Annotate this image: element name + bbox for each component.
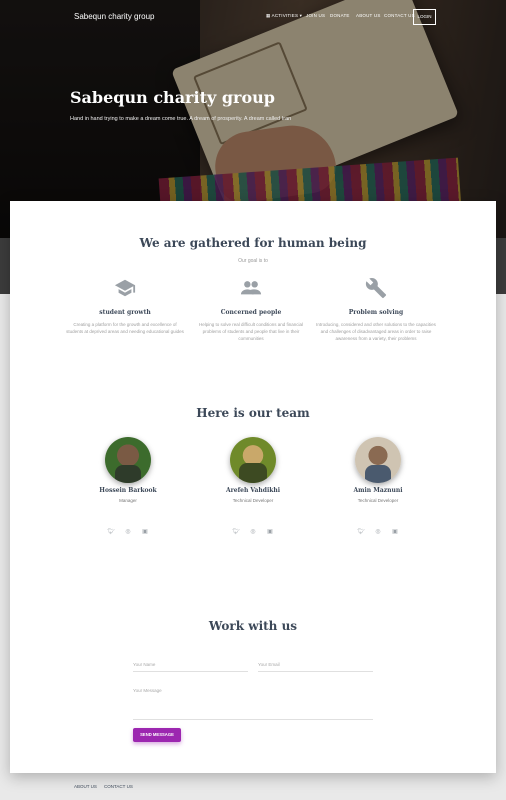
nav-activities-label: ACTIVITIES <box>271 13 299 18</box>
nav-join-us[interactable]: JOIN US <box>306 13 325 18</box>
nav-contact-us[interactable]: CONTACT US <box>384 13 415 18</box>
feature-desc: Helping to solve real difficult conditio… <box>199 322 303 341</box>
feature-problem-solving: Problem solving Introducing, considered … <box>316 277 436 342</box>
twitter-icon[interactable]: 🐦︎ <box>108 529 116 536</box>
top-navbar: Sabequn charity group ▦ ACTIVITIES ▾ JOI… <box>0 0 506 34</box>
avatar <box>230 437 276 483</box>
member-socials: 🐦︎ ◎ ▣ <box>318 529 438 536</box>
avatar <box>355 437 401 483</box>
instagram-icon[interactable]: ◎ <box>375 529 382 536</box>
feature-concerned-people: Concerned people Helping to solve real d… <box>191 277 311 342</box>
member-socials: 🐦︎ ◎ ▣ <box>68 529 188 536</box>
feature-title: Problem solving <box>348 309 404 316</box>
feature-desc: Introducing, considered and other soluti… <box>316 322 436 341</box>
contact-title: Work with us <box>208 619 298 633</box>
team-member-card: Arefeh Vahdikhi Technical Developer 🐦︎ ◎… <box>193 437 313 536</box>
about-title: We are gathered for human being <box>139 236 367 250</box>
nav-donate[interactable]: DONATE <box>330 13 350 18</box>
name-input[interactable]: Your Name <box>133 662 248 672</box>
member-socials: 🐦︎ ◎ ▣ <box>193 529 313 536</box>
hero-title: Sabequn charity group <box>70 88 275 107</box>
nav-about-us[interactable]: ABOUT US <box>356 13 381 18</box>
people-icon <box>240 281 262 295</box>
team-member-card: Amin Maznuni Technical Developer 🐦︎ ◎ ▣ <box>318 437 438 536</box>
member-name: Amin Maznuni <box>353 487 403 494</box>
team-title: Here is our team <box>196 406 310 420</box>
feature-desc: Creating a platform for the growth and e… <box>66 322 184 334</box>
member-name: Arefeh Vahdikhi <box>225 487 281 494</box>
wrench-icon <box>365 278 387 299</box>
team-member-card: Hossein Barkook Manager 🐦︎ ◎ ▣ <box>68 437 188 536</box>
instagram-icon[interactable]: ◎ <box>250 529 257 536</box>
brand-link[interactable]: Sabequn charity group <box>74 12 155 21</box>
member-role: Technical Developer <box>232 498 274 503</box>
twitter-icon[interactable]: 🐦︎ <box>358 529 366 536</box>
feature-title: Concerned people <box>220 309 282 316</box>
member-role: Technical Developer <box>357 498 399 503</box>
chevron-down-icon: ▾ <box>298 13 303 18</box>
feature-student-growth: student growth Creating a platform for t… <box>65 277 185 335</box>
linkedin-icon[interactable]: ▣ <box>267 529 274 536</box>
about-subtitle: Our goal is to <box>238 258 268 264</box>
facebook-icon[interactable]: ▣ <box>142 529 149 536</box>
send-message-button[interactable]: SEND MESSAGE <box>133 728 181 742</box>
feature-title: student growth <box>99 309 151 316</box>
main-content-card: We are gathered for human being Our goal… <box>10 201 496 773</box>
message-textarea[interactable]: Your Message <box>133 688 373 720</box>
member-role: Manager <box>119 498 137 503</box>
footer-about-us[interactable]: ABOUT US <box>74 784 97 789</box>
avatar <box>105 437 151 483</box>
facebook-icon[interactable]: ▣ <box>392 529 399 536</box>
nav-activities[interactable]: ▦ ACTIVITIES ▾ <box>266 13 302 19</box>
email-input[interactable]: Your Email <box>258 662 373 672</box>
graduation-cap-icon <box>114 279 136 297</box>
twitter-icon[interactable]: 🐦︎ <box>233 529 241 536</box>
hero-subtitle: Hand in hand trying to make a dream come… <box>70 116 292 122</box>
login-button[interactable]: LOGIN <box>413 9 436 25</box>
member-name: Hossein Barkook <box>99 487 157 494</box>
footer-contact-us[interactable]: CONTACT US <box>104 784 133 789</box>
instagram-icon[interactable]: ◎ <box>125 529 132 536</box>
